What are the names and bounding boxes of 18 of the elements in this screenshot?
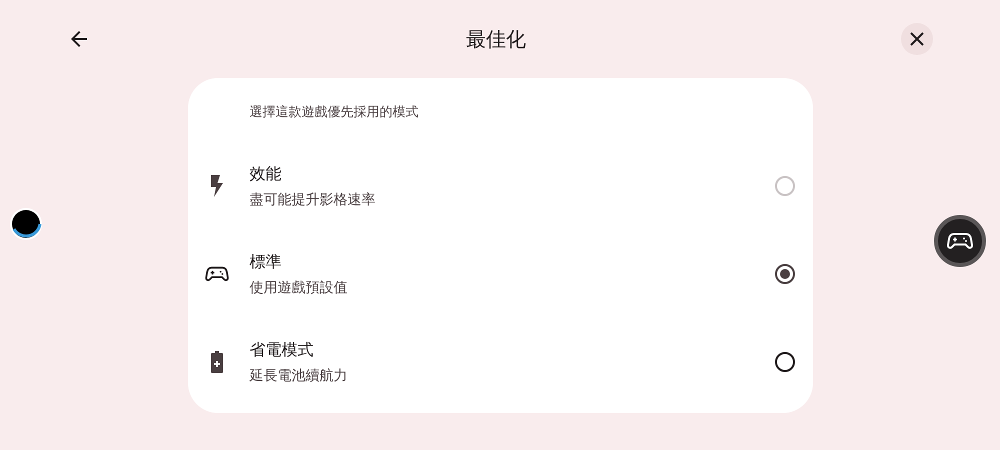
- option-title: 標準: [250, 252, 282, 272]
- mode-option[interactable]: 標準 使用遊戲預設值: [188, 230, 812, 318]
- section-subtitle: 選擇這款遊戲優先採用的模式: [248, 104, 420, 122]
- option-description: 盡可能提升影格速率: [250, 190, 376, 208]
- close-icon: [909, 31, 925, 47]
- loading-indicator-icon: [9, 207, 43, 241]
- gamepad-icon: [204, 265, 228, 283]
- option-title: 省電模式: [250, 340, 314, 360]
- radio-button[interactable]: [774, 264, 794, 284]
- close-button[interactable]: [901, 23, 933, 55]
- radio-button[interactable]: [774, 352, 794, 372]
- mode-option[interactable]: 省電模式 延長電池續航力: [188, 318, 812, 406]
- page-title: 最佳化: [466, 26, 526, 52]
- game-dashboard-button[interactable]: [934, 215, 986, 267]
- option-title: 效能: [250, 164, 282, 184]
- option-description: 使用遊戲預設值: [250, 278, 348, 296]
- option-description: 延長電池續航力: [250, 366, 348, 384]
- gamepad-icon: [947, 231, 973, 251]
